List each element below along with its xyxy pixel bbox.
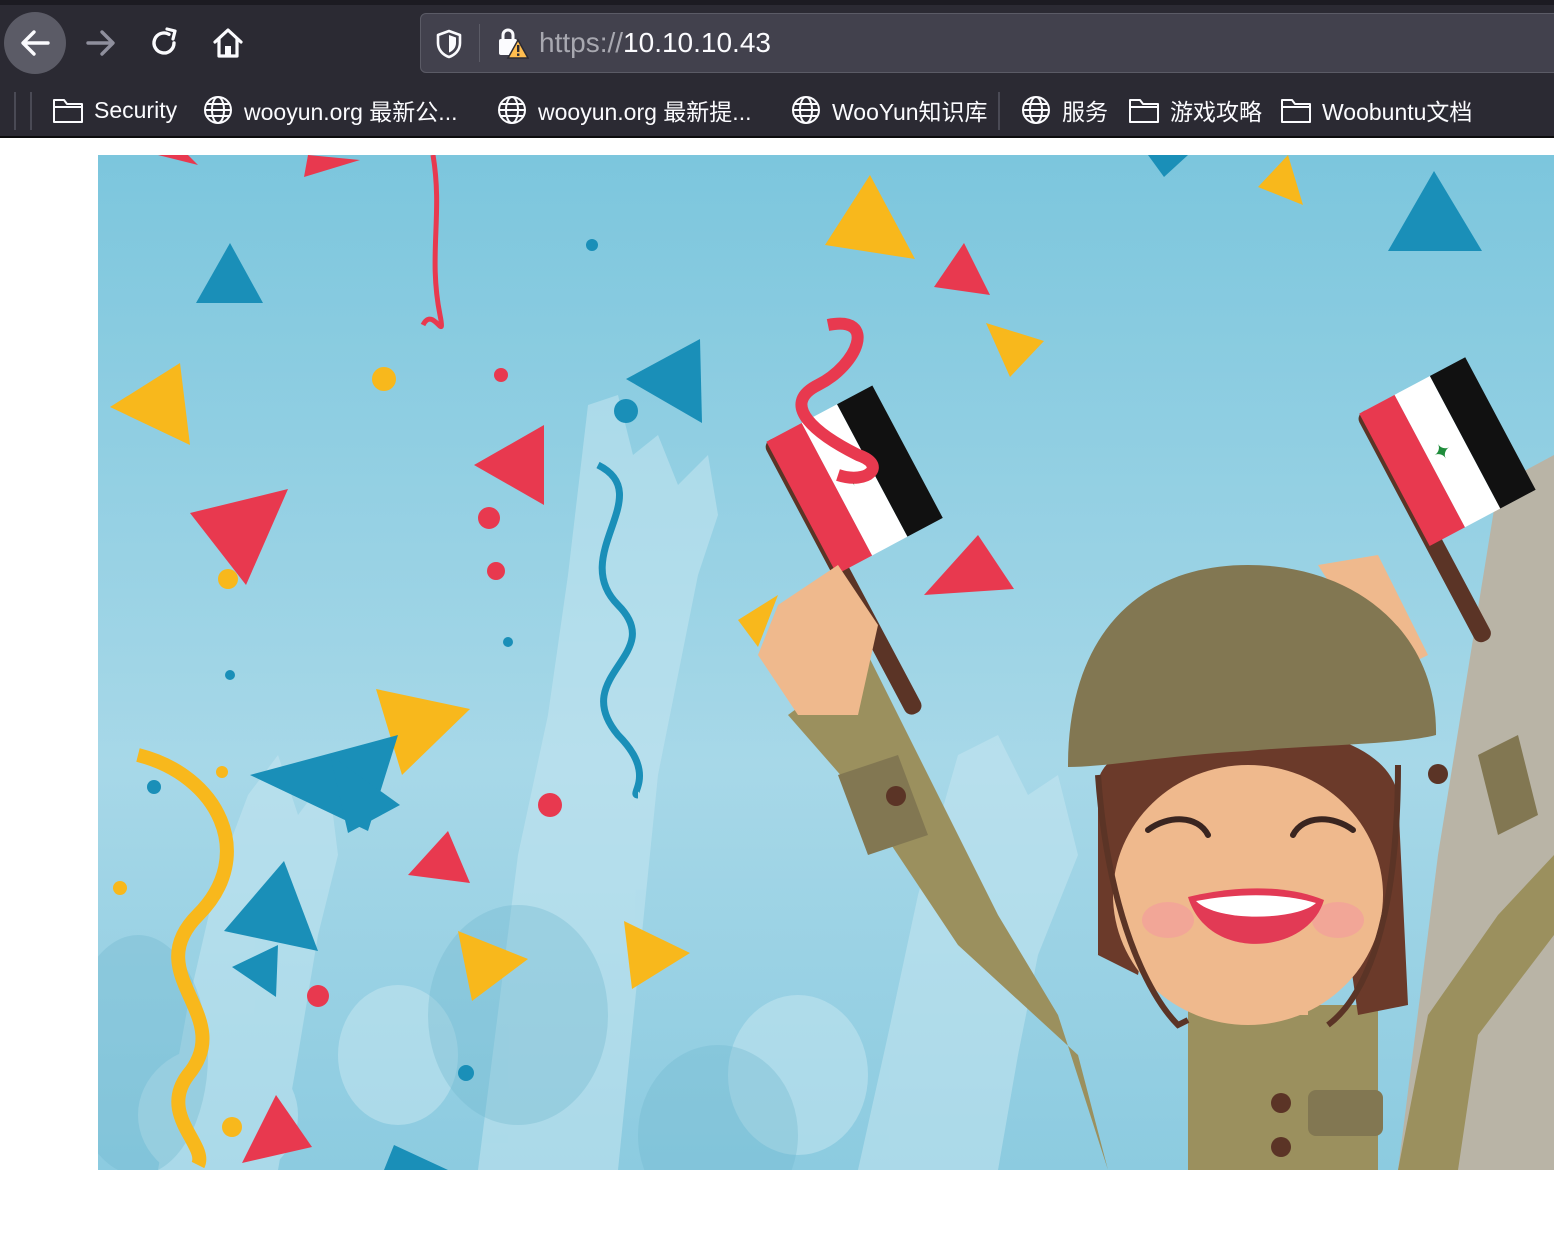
address-bar[interactable]: https://10.10.10.43 xyxy=(420,13,1554,73)
browser-toolbar: https://10.10.10.43 xyxy=(0,0,1554,84)
url-protocol: https:// xyxy=(539,27,624,58)
bookmark-label: WooYun知识库 xyxy=(832,99,988,125)
arrow-left-icon xyxy=(21,30,50,56)
address-bar-divider xyxy=(479,24,480,62)
bookmark-wooyun-zhishiku[interactable]: WooYun知识库 xyxy=(790,90,988,130)
bookmark-folder-youxi[interactable]: 游戏攻略 xyxy=(1128,90,1262,130)
home-button[interactable] xyxy=(197,12,259,74)
folder-icon xyxy=(1281,99,1311,123)
bookmarks-divider xyxy=(14,92,16,130)
bookmark-folder-woobuntu[interactable]: Woobuntu文档 xyxy=(1280,90,1472,130)
globe-icon xyxy=(1022,96,1050,124)
reload-button[interactable] xyxy=(133,12,195,74)
globe-icon xyxy=(204,96,232,124)
globe-icon xyxy=(498,96,526,124)
bookmarks-divider xyxy=(998,92,1000,130)
bookmarks-divider xyxy=(30,92,32,130)
arrow-right-icon xyxy=(86,30,115,56)
insecure-lock-icon[interactable] xyxy=(495,26,530,65)
bookmark-wooyun-tijiao[interactable]: wooyun.org 最新提... xyxy=(496,90,751,130)
folder-icon xyxy=(1129,99,1159,123)
bookmark-label: wooyun.org 最新公... xyxy=(244,99,458,125)
bookmark-fuwu[interactable]: 服务 xyxy=(1020,90,1108,130)
bookmark-label: 服务 xyxy=(1062,99,1108,125)
folder-icon xyxy=(53,99,83,123)
reload-icon xyxy=(152,27,177,55)
celebration-illustration: ✦ ✦ xyxy=(98,155,1554,1170)
bookmark-label: 游戏攻略 xyxy=(1170,99,1262,125)
bookmarks-toolbar: Security wooyun.org 最新公... wooyun.org 最新… xyxy=(0,84,1554,138)
bookmark-label: Woobuntu文档 xyxy=(1322,99,1473,125)
tracking-protection-shield-icon[interactable] xyxy=(435,29,463,64)
page-content: ✦ ✦ xyxy=(0,138,1554,1250)
bookmark-wooyun-gongkai[interactable]: wooyun.org 最新公... xyxy=(202,90,457,130)
globe-icon xyxy=(792,96,820,124)
bookmark-label: wooyun.org 最新提... xyxy=(538,99,752,125)
tab-strip-edge xyxy=(0,2,1554,5)
bookmark-folder-security[interactable]: Security xyxy=(52,90,177,130)
forward-button[interactable] xyxy=(70,12,132,74)
url-text[interactable]: https://10.10.10.43 xyxy=(539,26,771,60)
url-host: 10.10.10.43 xyxy=(623,27,771,58)
back-button[interactable] xyxy=(4,12,66,74)
bookmark-label: Security xyxy=(94,96,178,123)
home-icon xyxy=(213,28,243,58)
